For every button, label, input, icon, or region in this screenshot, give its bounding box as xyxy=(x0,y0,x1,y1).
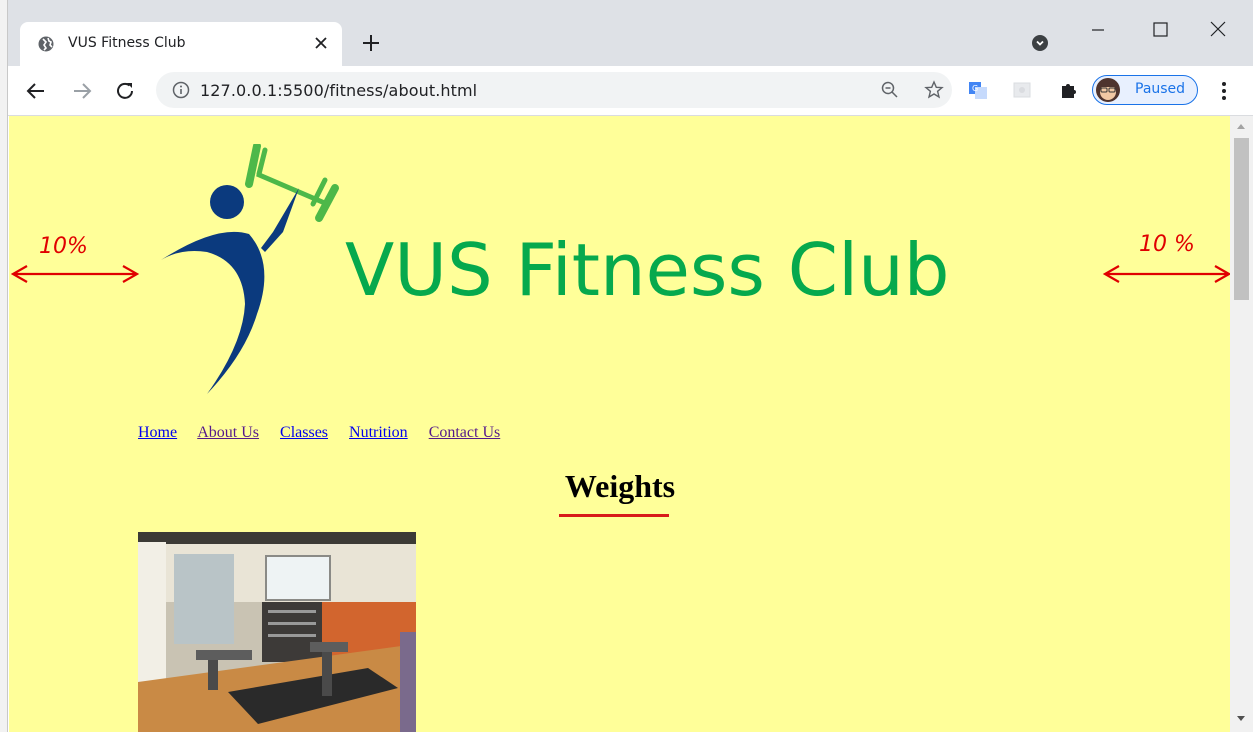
page-viewport: VUS Fitness Club 10% 10 % Home About Us … xyxy=(9,116,1230,732)
window-left-edge xyxy=(0,0,8,732)
nav-link-classes[interactable]: Classes xyxy=(280,424,328,441)
gym-weights-photo xyxy=(138,532,416,732)
browser-toolbar: 127.0.0.1:5500/fitness/about.html G Paus… xyxy=(8,66,1253,116)
extension-icon[interactable] xyxy=(1012,80,1032,100)
scroll-thumb[interactable] xyxy=(1234,138,1249,300)
close-icon[interactable] xyxy=(312,34,330,52)
profile-status: Paused xyxy=(1135,81,1186,97)
nav-link-about[interactable]: About Us xyxy=(197,424,259,441)
page-heading: Weights xyxy=(564,468,676,504)
svg-text:G: G xyxy=(972,84,978,93)
heading-underline-annotation xyxy=(559,514,669,517)
tab-title: VUS Fitness Club xyxy=(68,35,186,51)
nav-link-contact[interactable]: Contact Us xyxy=(429,424,501,441)
browser-title-bar: VUS Fitness Club xyxy=(8,0,1253,66)
plus-icon[interactable] xyxy=(360,32,382,54)
right-annotation-label: 10 % xyxy=(1139,232,1195,257)
tab-search-icon[interactable] xyxy=(1032,35,1048,51)
minimize-icon[interactable] xyxy=(1084,18,1112,42)
nav-link-nutrition[interactable]: Nutrition xyxy=(349,424,408,441)
avatar xyxy=(1096,78,1120,102)
star-icon[interactable] xyxy=(924,80,944,100)
zoom-icon[interactable] xyxy=(880,80,900,100)
info-icon[interactable] xyxy=(172,81,190,99)
menu-icon[interactable] xyxy=(1214,79,1234,103)
vertical-scrollbar[interactable] xyxy=(1230,116,1253,732)
site-nav: Home About Us Classes Nutrition Contact … xyxy=(138,424,517,442)
left-annotation-label: 10% xyxy=(39,234,88,259)
globe-icon xyxy=(38,36,54,52)
forward-icon[interactable] xyxy=(70,79,94,103)
url-text[interactable]: 127.0.0.1:5500/fitness/about.html xyxy=(200,81,477,100)
site-title: VUS Fitness Club xyxy=(345,228,950,312)
profile-button[interactable]: Paused xyxy=(1092,75,1198,105)
nav-link-home[interactable]: Home xyxy=(138,424,177,441)
scroll-up-arrow-icon[interactable] xyxy=(1237,124,1245,129)
puzzle-icon[interactable] xyxy=(1058,80,1078,100)
translate-icon[interactable]: G xyxy=(968,80,988,100)
avatar-face-icon xyxy=(1096,78,1120,102)
back-icon[interactable] xyxy=(24,79,48,103)
maximize-icon[interactable] xyxy=(1146,18,1174,42)
fitness-logo xyxy=(161,144,339,394)
browser-tab[interactable]: VUS Fitness Club xyxy=(20,22,342,66)
reload-icon[interactable] xyxy=(113,79,137,103)
address-bar[interactable]: 127.0.0.1:5500/fitness/about.html xyxy=(156,72,952,108)
scroll-down-arrow-icon[interactable] xyxy=(1237,716,1245,721)
window-close-icon[interactable] xyxy=(1204,18,1232,42)
